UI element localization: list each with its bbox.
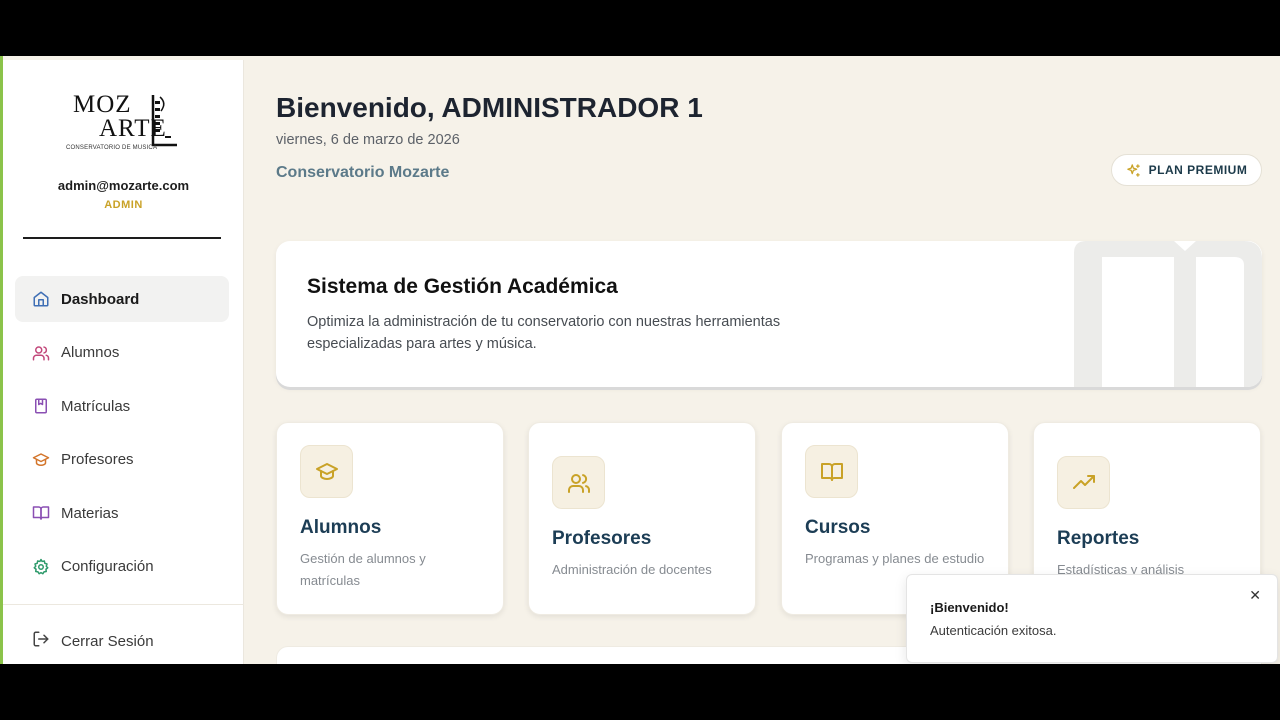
users-icon [32, 344, 50, 362]
open-book-icon [32, 504, 50, 522]
users-icon [552, 456, 605, 509]
sidebar-item-dashboard[interactable]: Dashboard [15, 276, 229, 322]
card-description: Gestión de alumnos y matrículas [300, 551, 426, 588]
sidebar-item-alumnos[interactable]: Alumnos [15, 330, 229, 376]
page-title: Bienvenido, ADMINISTRADOR 1 [276, 92, 703, 123]
logo-text-line1: MOZ [73, 91, 132, 118]
graduation-cap-icon [32, 451, 50, 469]
logout-icon [32, 630, 50, 653]
logo-subtitle: CONSERVATORIO DE MUSICA [66, 145, 158, 151]
book-icon [32, 397, 50, 415]
toast-message: Autenticación exitosa. [930, 623, 1057, 638]
card-title: Alumnos [300, 517, 382, 538]
close-icon[interactable]: ✕ [1249, 587, 1261, 604]
decorative-m-logo-icon [1074, 241, 1262, 387]
logout-label: Cerrar Sesión [61, 633, 154, 650]
plan-premium-button[interactable]: PLAN PREMIUM [1111, 154, 1262, 186]
trending-up-icon [1057, 456, 1110, 509]
gear-icon [32, 558, 50, 576]
current-date: viernes, 6 de marzo de 2026 [276, 132, 460, 148]
sidebar-nav: Dashboard Alumnos Matrículas Profesores [15, 276, 229, 597]
hero-description: Optimiza la administración de tu conserv… [307, 314, 781, 352]
sidebar-item-label: Matrículas [61, 397, 131, 415]
sidebar-item-materias[interactable]: Materias [15, 490, 229, 536]
main-content: Bienvenido, ADMINISTRADOR 1 viernes, 6 d… [244, 56, 1280, 664]
card-title: Profesores [552, 528, 652, 549]
organization-name: Conservatorio Mozarte [276, 164, 450, 181]
card-profesores[interactable]: Profesores Administración de docentes [528, 422, 756, 615]
sidebar-item-label: Configuración [61, 558, 154, 575]
card-alumnos[interactable]: Alumnos Gestión de alumnos y matrículas [276, 422, 504, 615]
home-icon [32, 290, 50, 308]
card-description: Administración de docentes [552, 562, 712, 577]
open-book-icon [805, 445, 858, 498]
mozarte-logo[interactable]: MOZ ARTE CONSERVATORIO DE MUSICA [63, 92, 183, 158]
user-role-badge: ADMIN [104, 199, 143, 211]
user-email: admin@mozarte.com [57, 178, 190, 193]
plan-premium-label: PLAN PREMIUM [1148, 163, 1248, 177]
welcome-toast: ¡Bienvenido! Autenticación exitosa. ✕ [906, 574, 1278, 663]
sidebar-item-label: Dashboard [61, 290, 140, 308]
card-title: Cursos [805, 517, 871, 538]
sidebar-item-configuracion[interactable]: Configuración [15, 544, 229, 590]
card-title: Reportes [1057, 528, 1140, 549]
sidebar-item-matriculas[interactable]: Matrículas [15, 383, 229, 429]
toast-title: ¡Bienvenido! [930, 600, 1009, 615]
piano-keys-icon [151, 95, 177, 147]
graduation-cap-icon [300, 445, 353, 498]
hero-title: Sistema de Gestión Académica [307, 275, 618, 298]
user-divider [23, 237, 221, 239]
app-frame: MOZ ARTE CONSERVATORIO DE MUSICA admin@m… [0, 56, 1280, 664]
logout-button[interactable]: Cerrar Sesión [32, 630, 154, 653]
sidebar: MOZ ARTE CONSERVATORIO DE MUSICA admin@m… [3, 60, 244, 664]
sidebar-item-label: Profesores [61, 451, 134, 468]
sidebar-separator [3, 604, 244, 605]
sidebar-item-profesores[interactable]: Profesores [15, 437, 229, 483]
card-description: Programas y planes de estudio [805, 551, 985, 566]
sidebar-item-label: Alumnos [61, 344, 120, 361]
sparkles-icon [1126, 163, 1141, 178]
hero-banner: Sistema de Gestión Académica Optimiza la… [276, 241, 1262, 387]
sidebar-item-label: Materias [61, 504, 119, 522]
